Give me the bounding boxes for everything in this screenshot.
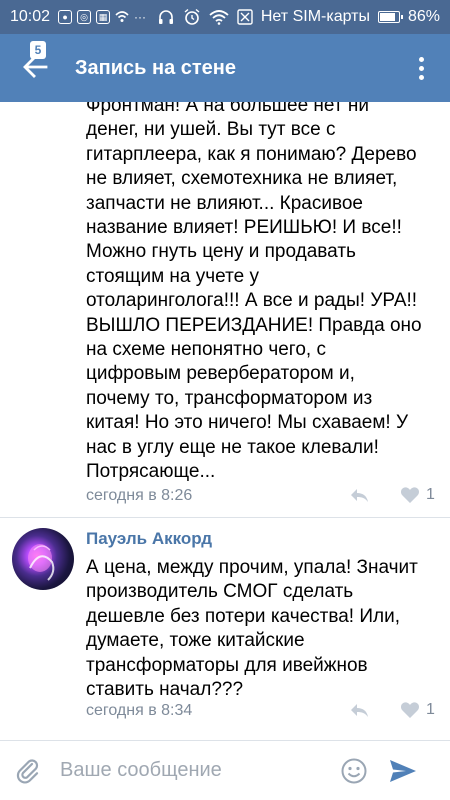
more-notifications-icon: ···	[134, 10, 147, 24]
like-count: 1	[426, 486, 435, 503]
comment-date: сегодня в 8:34	[86, 702, 193, 719]
message-input[interactable]	[58, 758, 332, 783]
headphones-icon	[158, 10, 173, 24]
heart-icon	[400, 487, 420, 503]
toolbar: 5 Запись на стене	[0, 34, 450, 102]
app-notification-icon: ●	[58, 10, 73, 24]
comment-author[interactable]: Пауэль Аккорд	[86, 529, 212, 549]
wifi-notification-icon	[115, 11, 129, 22]
back-counter-badge: 5	[30, 41, 46, 59]
comment-text: А цена, между прочим, упала! Значит прои…	[86, 557, 418, 701]
wifi-icon	[209, 10, 229, 25]
comment-text: Фронтман! А на большее нет ни денег, ни …	[86, 102, 422, 483]
send-icon[interactable]	[388, 758, 418, 784]
image-notification-icon: ▦	[96, 10, 111, 24]
message-composer	[0, 740, 450, 800]
comment-date: сегодня в 8:26	[86, 487, 193, 504]
paperclip-icon[interactable]	[14, 757, 42, 785]
reply-icon[interactable]	[349, 702, 369, 718]
reply-icon[interactable]	[349, 487, 369, 503]
like-button[interactable]: 1	[400, 486, 435, 504]
comment-meta: сегодня в 8:26 1	[86, 486, 436, 505]
emoji-icon[interactable]	[340, 757, 368, 785]
status-time: 10:02	[10, 8, 51, 25]
avatar-image	[28, 544, 55, 581]
comment-meta: сегодня в 8:34 1	[86, 701, 436, 720]
app-notification-icon: ◎	[77, 10, 92, 24]
like-count: 1	[426, 701, 435, 718]
notification-icons: ● ◎ ▦ ···	[58, 10, 146, 24]
status-bar: 10:02 ● ◎ ▦ ··· Нет SIM-карты 86%	[0, 0, 450, 34]
avatar[interactable]	[12, 528, 74, 590]
alarm-icon	[184, 8, 200, 25]
like-button[interactable]: 1	[400, 701, 435, 719]
comments-list: Фронтман! А на большее нет ни денег, ни …	[0, 102, 450, 740]
carrier-label: Нет SIM-карты	[260, 8, 370, 25]
more-vert-icon[interactable]	[419, 56, 424, 80]
heart-icon	[400, 702, 420, 718]
page-title: Запись на стене	[75, 56, 237, 79]
battery-percent: 86%	[407, 8, 440, 25]
no-sim-icon	[237, 9, 253, 25]
divider	[0, 517, 450, 518]
battery-icon	[377, 11, 403, 23]
back-button[interactable]: 5	[0, 34, 70, 102]
